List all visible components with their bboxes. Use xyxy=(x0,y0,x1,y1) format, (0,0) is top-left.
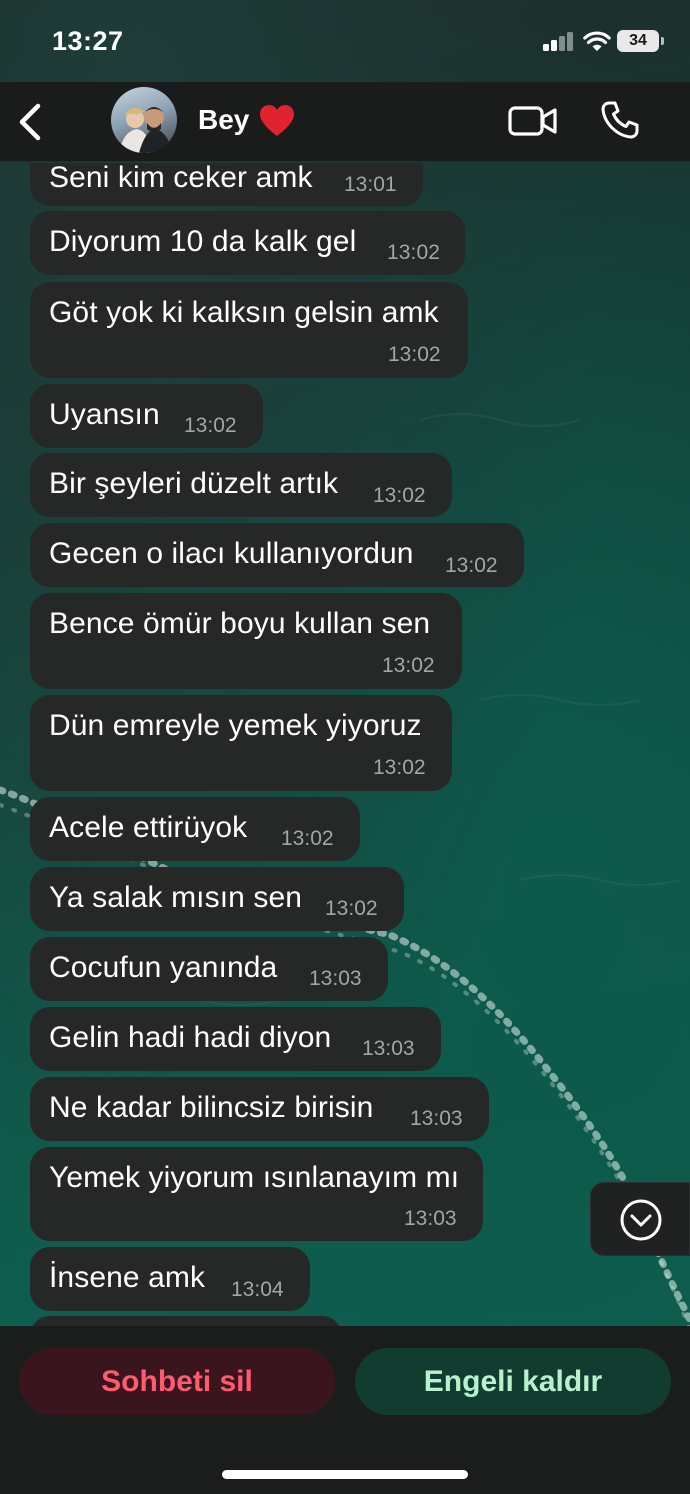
message-bubble[interactable]: Gelin hadi hadi diyon 13:03 xyxy=(30,1007,441,1071)
message-text: Bence ömür boyu kullan sen xyxy=(49,607,431,640)
message-text: Ya salak mısın sen xyxy=(49,881,303,914)
message-time: 13:02 xyxy=(388,343,441,366)
status-bar: 13:27 34 xyxy=(0,0,690,82)
message-text: Yemek yiyorum ısınlanayım mı xyxy=(49,1161,460,1194)
video-call-icon[interactable] xyxy=(508,102,558,140)
wifi-icon xyxy=(583,31,611,51)
message-text: Uyansın xyxy=(49,398,160,431)
message-bubble-partial[interactable] xyxy=(30,1316,342,1326)
message-time: 13:03 xyxy=(404,1207,457,1230)
message-text: Bir şeyleri düzelt artık xyxy=(49,467,339,500)
message-bubble[interactable]: Gecen o ilacı kullanıyordun 13:02 xyxy=(30,523,524,587)
scroll-to-bottom-button[interactable] xyxy=(590,1182,690,1256)
message-bubble[interactable]: Göt yok ki kalksın gelsin amk 13:02 xyxy=(30,282,468,378)
message-time: 13:03 xyxy=(410,1107,463,1130)
contact-name[interactable]: Bey xyxy=(198,104,249,136)
message-text: Dün emreyle yemek yiyoruz xyxy=(49,709,422,742)
red-heart-icon xyxy=(260,105,294,136)
status-time: 13:27 xyxy=(52,26,124,56)
chat-header: Bey xyxy=(0,82,690,162)
chevron-left-icon[interactable] xyxy=(12,100,52,144)
message-bubble[interactable]: Yemek yiyorum ısınlanayım mı 13:03 xyxy=(30,1147,483,1241)
message-time: 13:01 xyxy=(344,173,397,196)
home-indicator[interactable] xyxy=(222,1470,468,1479)
battery-tip xyxy=(661,37,664,45)
message-bubble[interactable]: Ya salak mısın sen 13:02 xyxy=(30,867,404,931)
message-bubble[interactable]: İnsene amk 13:04 xyxy=(30,1247,310,1311)
battery-icon: 34 xyxy=(617,30,659,52)
message-time: 13:02 xyxy=(373,756,426,779)
message-time: 13:02 xyxy=(373,484,426,507)
message-bubble[interactable]: Dün emreyle yemek yiyoruz 13:02 xyxy=(30,695,452,791)
message-bubble[interactable]: Ne kadar bilincsiz birisin 13:03 xyxy=(30,1077,489,1141)
message-time: 13:04 xyxy=(231,1278,284,1301)
message-time: 13:03 xyxy=(362,1037,415,1060)
message-text: Ne kadar bilincsiz birisin xyxy=(49,1091,374,1124)
message-text: Gelin hadi hadi diyon xyxy=(49,1021,332,1054)
contact-avatar[interactable] xyxy=(111,87,177,153)
message-time: 13:02 xyxy=(387,241,441,264)
message-bubble[interactable]: Uyansın 13:02 xyxy=(30,384,263,448)
message-text: Göt yok ki kalksın gelsin amk xyxy=(49,296,439,329)
message-text: Diyorum 10 da kalk gel xyxy=(49,225,357,258)
message-time: 13:02 xyxy=(325,897,378,920)
message-time: 13:02 xyxy=(382,654,435,677)
message-text: İnsene amk xyxy=(49,1261,206,1294)
message-text: Cocufun yanında xyxy=(49,951,278,984)
message-text: Seni kim ceker amk xyxy=(49,163,313,194)
blocked-chat-action-bar: Sohbeti sil Engeli kaldır xyxy=(0,1326,690,1494)
message-bubble[interactable]: Bence ömür boyu kullan sen 13:02 xyxy=(30,593,462,689)
delete-chat-button[interactable]: Sohbeti sil xyxy=(19,1348,335,1415)
message-bubble[interactable]: Bir şeyleri düzelt artık 13:02 xyxy=(30,453,452,517)
message-bubble[interactable]: Cocufun yanında 13:03 xyxy=(30,937,388,1001)
message-time: 13:02 xyxy=(184,414,237,437)
message-bubble[interactable]: Acele ettirüyok 13:02 xyxy=(30,797,360,861)
message-text: Gecen o ilacı kullanıyordun xyxy=(49,537,414,570)
chevron-down-circle-icon xyxy=(620,1199,662,1241)
message-list[interactable]: Seni kim ceker amk 13:01 Diyorum 10 da k… xyxy=(0,163,690,1326)
unblock-button[interactable]: Engeli kaldır xyxy=(355,1348,671,1415)
message-text: Acele ettirüyok xyxy=(49,811,248,844)
message-bubble[interactable]: Seni kim ceker amk 13:01 xyxy=(30,163,423,206)
message-time: 13:03 xyxy=(309,967,362,990)
signal-icon xyxy=(543,32,575,51)
message-bubble[interactable]: Diyorum 10 da kalk gel 13:02 xyxy=(30,211,465,275)
message-time: 13:02 xyxy=(281,827,334,850)
phone-icon[interactable] xyxy=(600,100,640,140)
message-time: 13:02 xyxy=(445,554,498,577)
